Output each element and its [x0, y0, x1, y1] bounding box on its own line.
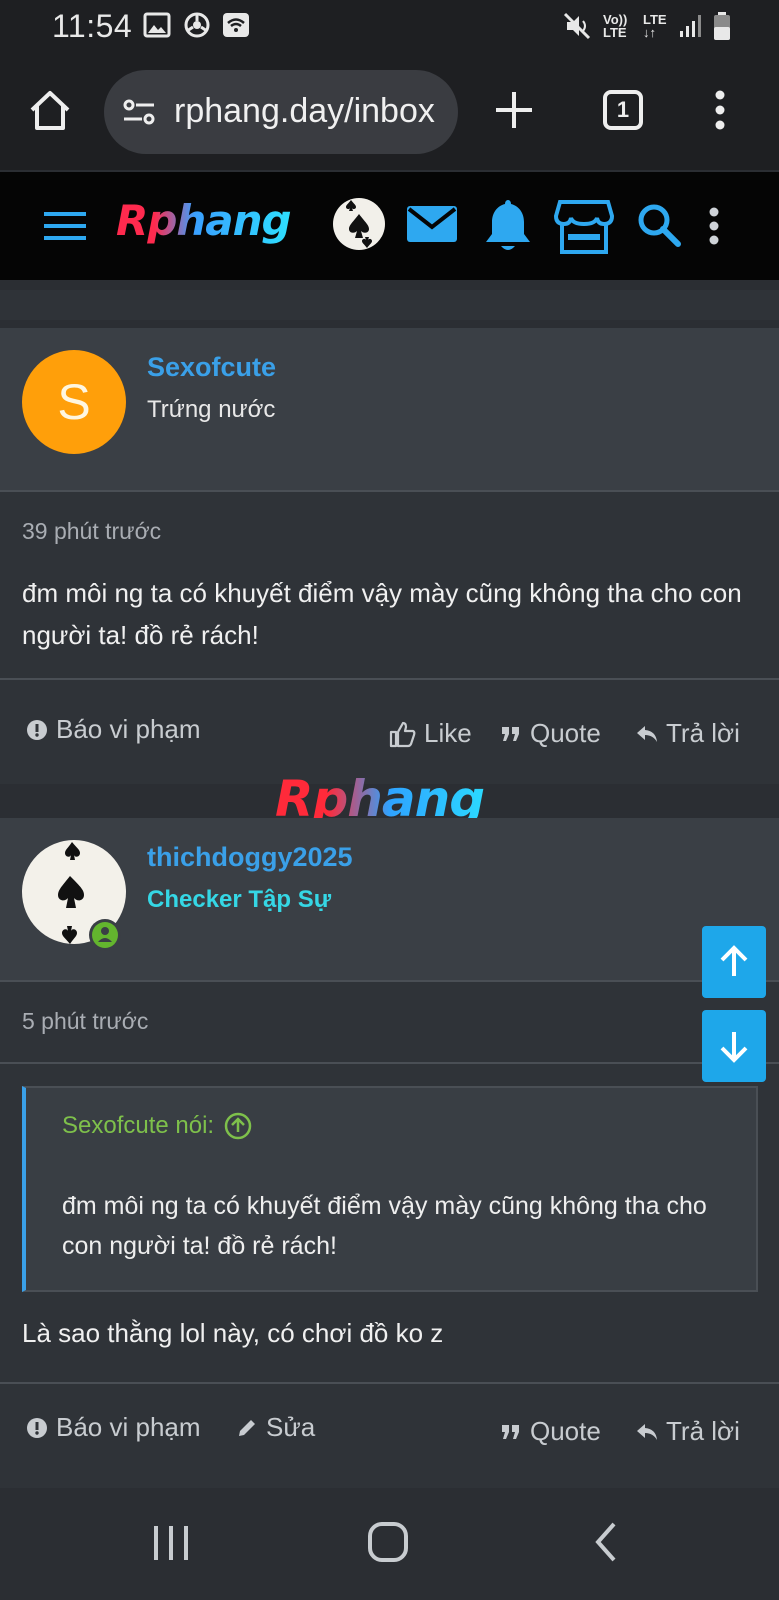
signal-icon — [680, 15, 701, 37]
quote-button[interactable]: Quote — [500, 718, 601, 749]
volte-indicator: Vo)) LTE — [603, 12, 628, 40]
like-label: Like — [424, 718, 472, 748]
quote-label: Quote — [530, 1416, 601, 1446]
spade-card-icon — [346, 200, 372, 248]
address-bar[interactable]: rphang.day/inbox — [104, 70, 458, 154]
quote-label: Quote — [530, 718, 601, 748]
post-actions: Báo vi phạm Like Quote Trả lời — [0, 714, 779, 754]
username[interactable]: thichdoggy2025 — [147, 842, 353, 873]
battery-icon — [714, 12, 730, 40]
tab-switcher-button[interactable]: 1 — [603, 90, 643, 130]
report-label: Báo vi phạm — [56, 714, 201, 744]
post-time[interactable]: 5 phút trước — [22, 1008, 148, 1035]
quote-text: đm môi ng ta có khuyết điểm vậy mày cũng… — [62, 1192, 707, 1260]
online-status-icon — [89, 919, 121, 951]
search-icon[interactable] — [630, 196, 690, 256]
scroll-to-bottom-button[interactable] — [702, 1010, 766, 1082]
avatar[interactable]: S — [22, 350, 126, 454]
status-time: 11:54 — [52, 8, 133, 44]
home-nav-icon[interactable] — [364, 1518, 414, 1568]
like-button[interactable]: Like — [388, 718, 472, 749]
quote-button[interactable]: Quote — [500, 1416, 601, 1447]
warning-icon — [27, 1417, 47, 1438]
new-tab-icon[interactable] — [492, 88, 536, 132]
arrow-up-circle-icon[interactable] — [224, 1112, 252, 1140]
post-message: Là sao thằng lol này, có chơi đồ ko z — [22, 1318, 444, 1348]
home-icon[interactable] — [28, 88, 72, 132]
post-user-header: S Sexofcute Trứng nước — [0, 328, 779, 492]
arrow-up-icon — [720, 945, 748, 976]
reply-label: Trả lời — [666, 718, 740, 748]
edit-label: Sửa — [266, 1412, 316, 1442]
reply-label: Trả lời — [666, 1416, 740, 1446]
post-divider — [0, 1062, 779, 1064]
post-sexofcute: S Sexofcute Trứng nước 39 phút trước đm … — [0, 328, 779, 784]
post-divider — [0, 678, 779, 680]
post-divider — [0, 1382, 779, 1384]
status-bar: 11:54 Vo)) LTE LTE ↓↑ — [0, 0, 779, 52]
gallery-icon — [143, 12, 171, 38]
reply-icon — [637, 725, 657, 742]
more-menu-icon[interactable] — [704, 196, 724, 256]
site-header: Rphang — [0, 172, 779, 280]
post-thichdoggy2025: thichdoggy2025 Checker Tập Sự 5 phút trư… — [0, 818, 779, 1488]
reply-button[interactable]: Trả lời — [636, 718, 740, 749]
quote-icon — [502, 726, 519, 741]
hamburger-menu-icon[interactable] — [44, 210, 86, 242]
reply-button[interactable]: Trả lời — [636, 1416, 740, 1447]
reply-icon — [637, 1423, 657, 1440]
quote-icon — [502, 1424, 519, 1439]
post-user-header: thichdoggy2025 Checker Tập Sự — [0, 818, 779, 982]
system-navigation-bar — [0, 1488, 779, 1600]
chrome-icon — [184, 12, 210, 38]
user-title: Trứng nước — [147, 396, 276, 423]
back-icon[interactable] — [582, 1518, 632, 1568]
mute-icon — [563, 12, 591, 40]
browser-toolbar: rphang.day/inbox 1 — [0, 52, 779, 170]
arrow-down-icon — [720, 1032, 748, 1063]
user-title: Checker Tập Sự — [147, 886, 332, 913]
wifi-hotspot-icon — [223, 13, 249, 37]
url-text[interactable]: rphang.day/inbox — [174, 92, 444, 131]
thumbs-up-icon — [389, 721, 416, 747]
user-avatar[interactable] — [333, 198, 385, 250]
username[interactable]: Sexofcute — [147, 352, 276, 383]
site-settings-icon[interactable] — [122, 98, 156, 126]
post-actions: Báo vi phạm Sửa Quote Trả lời — [0, 1412, 779, 1452]
pencil-icon — [239, 1419, 255, 1436]
scroll-to-top-button[interactable] — [702, 926, 766, 998]
content-strip — [0, 290, 779, 320]
report-button[interactable]: Báo vi phạm — [26, 714, 201, 745]
quote-author-label: Sexofcute nói: — [62, 1112, 215, 1139]
report-label: Báo vi phạm — [56, 1412, 201, 1442]
warning-icon — [27, 719, 47, 740]
lte-indicator: LTE ↓↑ — [643, 12, 667, 40]
report-button[interactable]: Báo vi phạm — [26, 1412, 201, 1443]
edit-button[interactable]: Sửa — [236, 1412, 315, 1443]
quote-author[interactable]: Sexofcute nói: — [62, 1112, 252, 1140]
quote-block: Sexofcute nói: đm môi ng ta có khuyết đi… — [22, 1086, 758, 1292]
mail-icon[interactable] — [402, 196, 462, 256]
bell-icon[interactable] — [478, 196, 538, 256]
post-time[interactable]: 39 phút trước — [22, 518, 161, 545]
post-message: đm môi ng ta có khuyết điểm vậy mày cũng… — [22, 578, 742, 650]
browser-menu-icon[interactable] — [712, 90, 728, 130]
recent-apps-icon[interactable] — [146, 1518, 196, 1568]
store-icon[interactable] — [554, 196, 614, 256]
site-logo[interactable]: Rphang — [116, 196, 292, 245]
